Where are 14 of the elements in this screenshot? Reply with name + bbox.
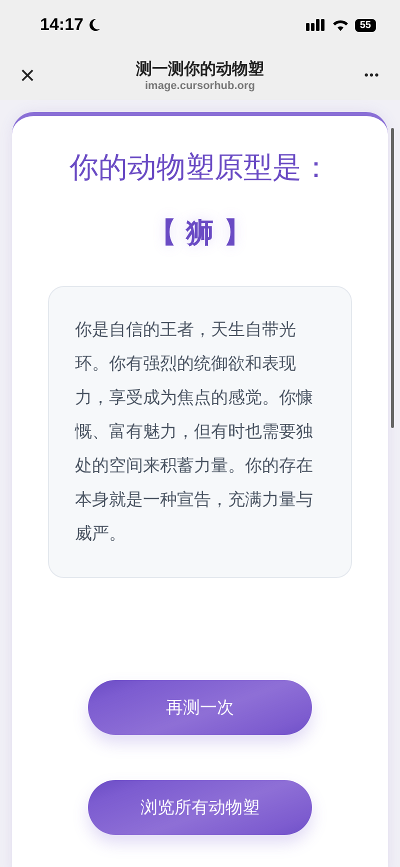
page-title: 测一测你的动物塑 xyxy=(136,58,264,80)
battery-icon: 55 xyxy=(354,18,376,32)
description-text: 你是自信的王者，天生自带光环。你有强烈的统御欲和表现力，享受成为焦点的感觉。你慷慨、富有魅力，但有时也需要独处的空间来积蓄力量。你的存在本身就是一种宣告，充满力量与威严。 xyxy=(75,319,314,546)
wifi-icon xyxy=(332,19,349,31)
action-button[interactable]: 再测一次 xyxy=(88,680,312,735)
animal-name: 【 狮 】 xyxy=(148,215,252,251)
more-button[interactable]: ••• xyxy=(364,68,380,82)
signal-icon xyxy=(306,19,326,31)
moon-icon xyxy=(89,18,102,32)
status-time: 14:17 xyxy=(40,15,84,35)
close-button[interactable]: × xyxy=(20,60,36,90)
result-heading: 你的动物塑原型是： xyxy=(70,149,330,186)
page-url: image.cursorhub.org xyxy=(144,80,256,92)
action-button[interactable]: 浏览所有动物塑 xyxy=(88,780,312,835)
